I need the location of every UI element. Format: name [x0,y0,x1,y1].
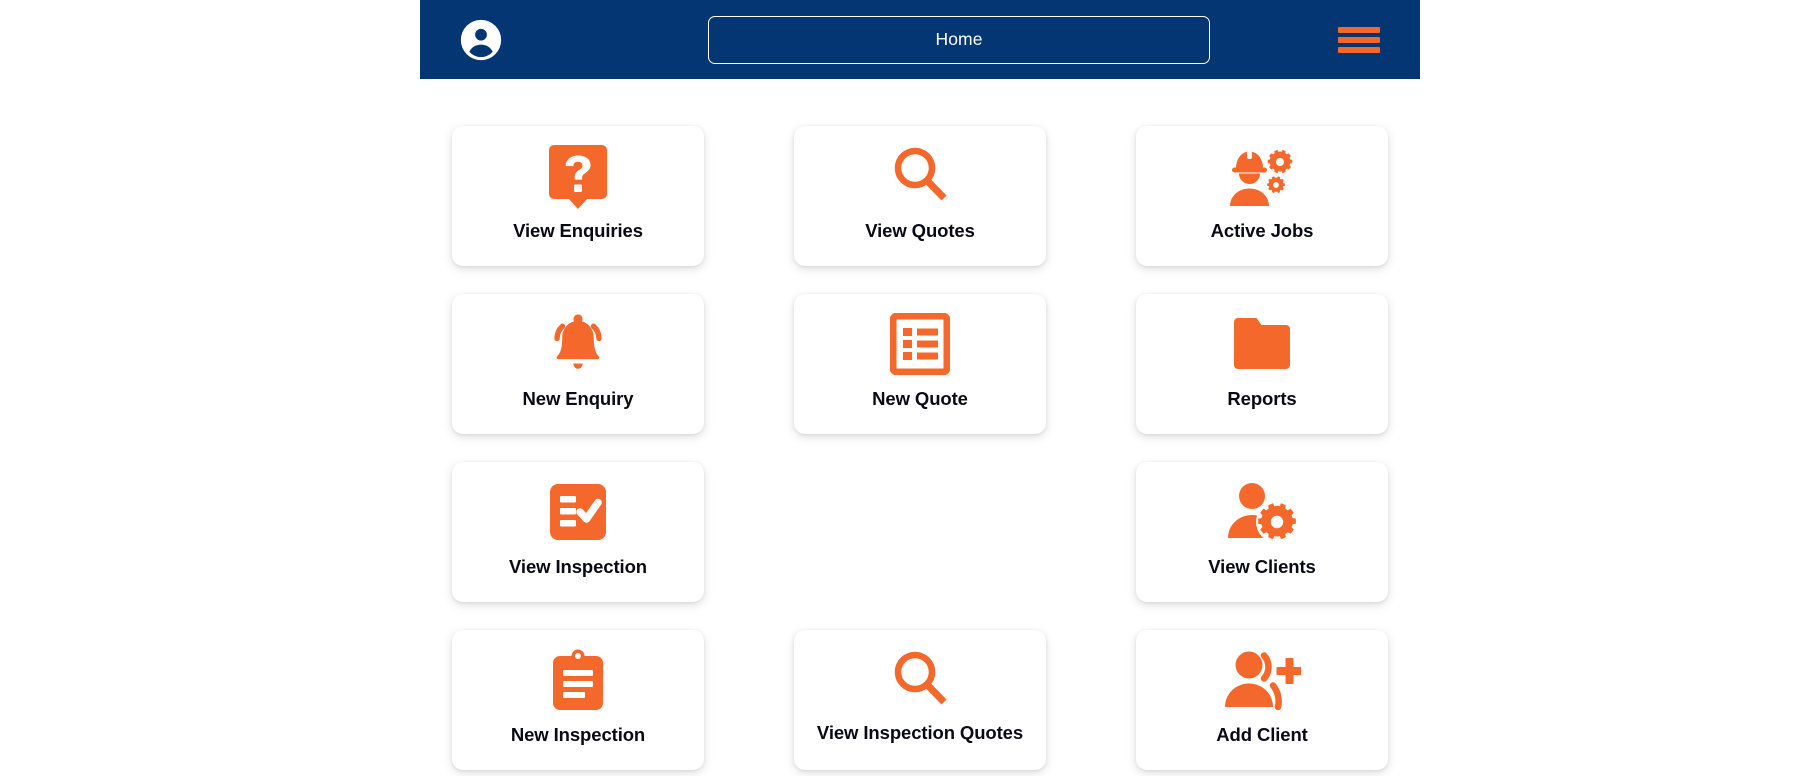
card-label: Active Jobs [1210,220,1314,241]
card-label: View Clients [1208,556,1316,577]
card-new-quote[interactable]: New Quote [794,294,1046,434]
card-label: New Enquiry [522,388,634,409]
hamburger-menu-icon[interactable] [1338,23,1380,57]
hamburger-bar [1338,36,1380,43]
checklist-check-icon [548,478,608,546]
card-reports[interactable]: Reports [1136,294,1388,434]
card-view-clients[interactable]: View Clients [1136,462,1388,602]
card-add-client[interactable]: Add Client [1136,630,1388,770]
card-label: New Quote [872,388,968,409]
tab-home-label: Home [935,28,983,49]
dashboard-grid: View Enquiries View Quotes Active Jobs N… [452,126,1392,770]
person-add-icon [1223,646,1301,714]
card-label: View Enquiries [513,220,643,241]
card-empty-slot [794,462,1046,602]
card-label: Reports [1227,388,1297,409]
card-new-inspection[interactable]: New Inspection [452,630,704,770]
card-label: View Inspection [509,556,647,577]
hamburger-bar [1338,26,1380,33]
person-gear-icon [1225,478,1299,546]
magnifier-icon [887,646,953,714]
ringing-bell-icon [544,310,612,378]
magnifier-icon [887,142,953,210]
card-label: View Inspection Quotes [816,722,1024,743]
list-form-icon [890,310,950,378]
card-view-inspection-quotes[interactable]: View Inspection Quotes [794,630,1046,770]
card-label: Add Client [1216,724,1308,745]
card-label: New Inspection [510,724,646,745]
card-view-enquiries[interactable]: View Enquiries [452,126,704,266]
card-view-quotes[interactable]: View Quotes [794,126,1046,266]
card-new-enquiry[interactable]: New Enquiry [452,294,704,434]
clipboard-icon [550,646,606,714]
card-active-jobs[interactable]: Active Jobs [1136,126,1388,266]
folder-icon [1229,310,1295,378]
tab-home[interactable]: Home [708,15,1210,64]
hamburger-bar [1338,46,1380,53]
question-speech-bubble-icon [547,142,609,210]
card-view-inspection[interactable]: View Inspection [452,462,704,602]
worker-gears-icon [1224,142,1300,210]
card-label: View Quotes [865,220,975,241]
app-header: Home [420,0,1420,79]
app-root: Home View Enquiries View Quotes Active J… [0,0,1801,776]
account-circle-icon[interactable] [458,17,504,63]
